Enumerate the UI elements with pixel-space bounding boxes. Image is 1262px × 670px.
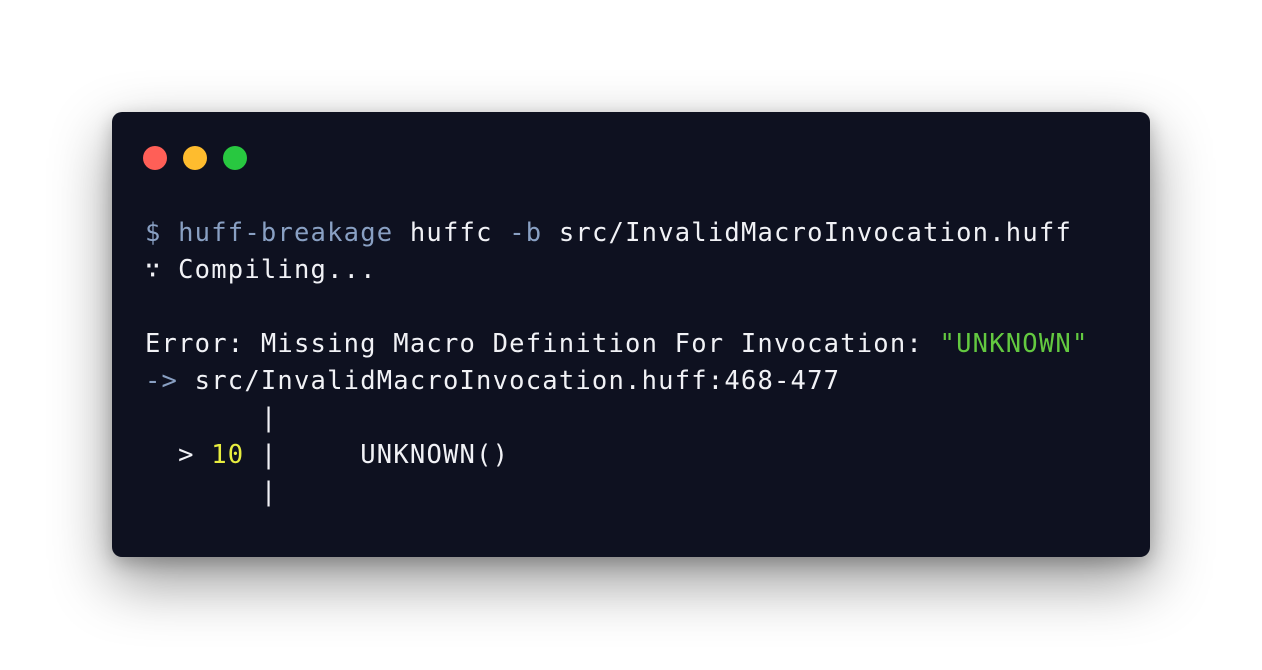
window-controls	[143, 146, 247, 170]
terminal-window: $ huff-breakage huffc -b src/InvalidMacr…	[112, 112, 1150, 557]
error-arrow: ->	[145, 366, 179, 396]
snippet-code-line: > 10 | UNKNOWN()	[145, 437, 1089, 474]
error-macro-name: "UNKNOWN"	[939, 329, 1089, 359]
close-button[interactable]	[143, 146, 167, 170]
command-flag: -b	[509, 218, 543, 248]
maximize-button[interactable]	[223, 146, 247, 170]
compiling-status: ∵ Compiling...	[145, 255, 377, 285]
snippet-gutter-bottom: |	[145, 477, 278, 507]
snippet-gutter-top: |	[145, 403, 278, 433]
command-argument: src/InvalidMacroInvocation.huff	[558, 218, 1072, 248]
snippet-code: UNKNOWN()	[277, 440, 510, 470]
error-line: Error: Missing Macro Definition For Invo…	[145, 326, 1089, 363]
snippet-separator: |	[260, 440, 278, 470]
terminal-output: $ huff-breakage huffc -b src/InvalidMacr…	[145, 215, 1089, 511]
command-line: $ huff-breakage huffc -b src/InvalidMacr…	[145, 215, 1089, 252]
minimize-button[interactable]	[183, 146, 207, 170]
error-message: Error: Missing Macro Definition For Invo…	[145, 329, 923, 359]
snippet-line-number: 10	[211, 440, 245, 470]
working-directory: huff-breakage	[178, 218, 394, 248]
error-location: src/InvalidMacroInvocation.huff:468-477	[194, 366, 841, 396]
error-location-line: -> src/InvalidMacroInvocation.huff:468-4…	[145, 363, 1089, 400]
snippet-marker: >	[145, 440, 195, 470]
prompt-symbol: $	[145, 218, 162, 248]
command-program: huffc	[409, 218, 493, 248]
